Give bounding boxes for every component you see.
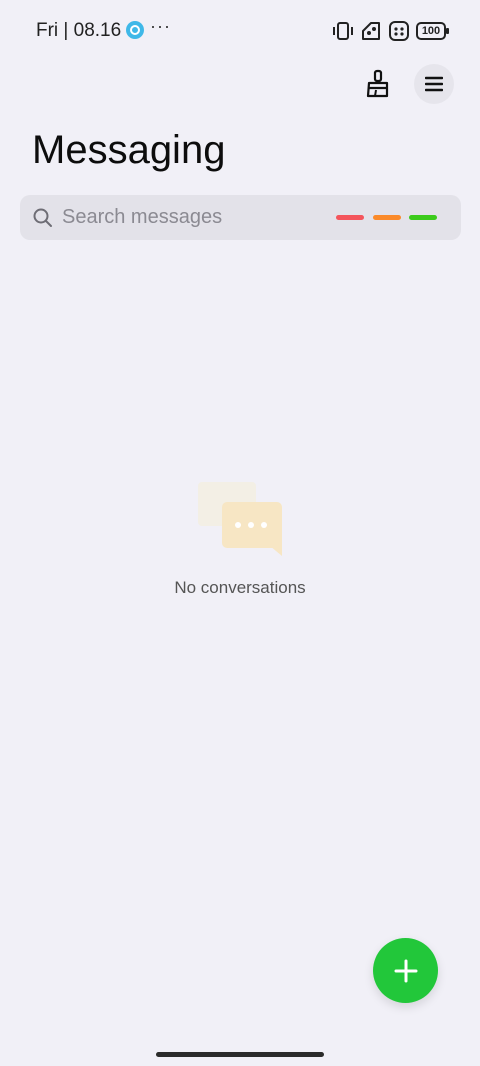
vibrate-icon bbox=[332, 20, 354, 42]
empty-state-text: No conversations bbox=[174, 578, 306, 597]
search-input[interactable] bbox=[62, 195, 322, 240]
app-notification-icon bbox=[388, 20, 410, 42]
battery-icon: 100 bbox=[416, 22, 449, 40]
status-more-icon: ··· bbox=[150, 16, 171, 36]
clean-up-button[interactable] bbox=[358, 64, 398, 104]
home-indicator[interactable] bbox=[156, 1052, 324, 1057]
sync-app-icon bbox=[126, 21, 144, 39]
filter-red-indicator[interactable] bbox=[336, 215, 364, 220]
hamburger-menu-icon bbox=[425, 76, 443, 92]
messaging-screen: Fri | 08.16 ··· 100 Messaging Search mes… bbox=[0, 0, 480, 1066]
search-icon bbox=[33, 208, 52, 227]
data-saver-icon bbox=[360, 20, 382, 42]
status-time: Fri | 08.16 bbox=[36, 20, 122, 41]
filter-green-indicator[interactable] bbox=[409, 215, 437, 220]
menu-button[interactable] bbox=[414, 64, 454, 104]
filter-orange-indicator[interactable] bbox=[373, 215, 401, 220]
empty-conversations-illustration bbox=[198, 482, 282, 556]
broom-icon bbox=[366, 69, 389, 98]
status-icons: 100 bbox=[332, 20, 449, 42]
page-title: Messaging bbox=[32, 128, 226, 172]
plus-icon bbox=[394, 959, 417, 982]
new-message-button[interactable] bbox=[373, 938, 438, 1003]
status-bar: Fri | 08.16 ··· 100 bbox=[0, 0, 480, 60]
